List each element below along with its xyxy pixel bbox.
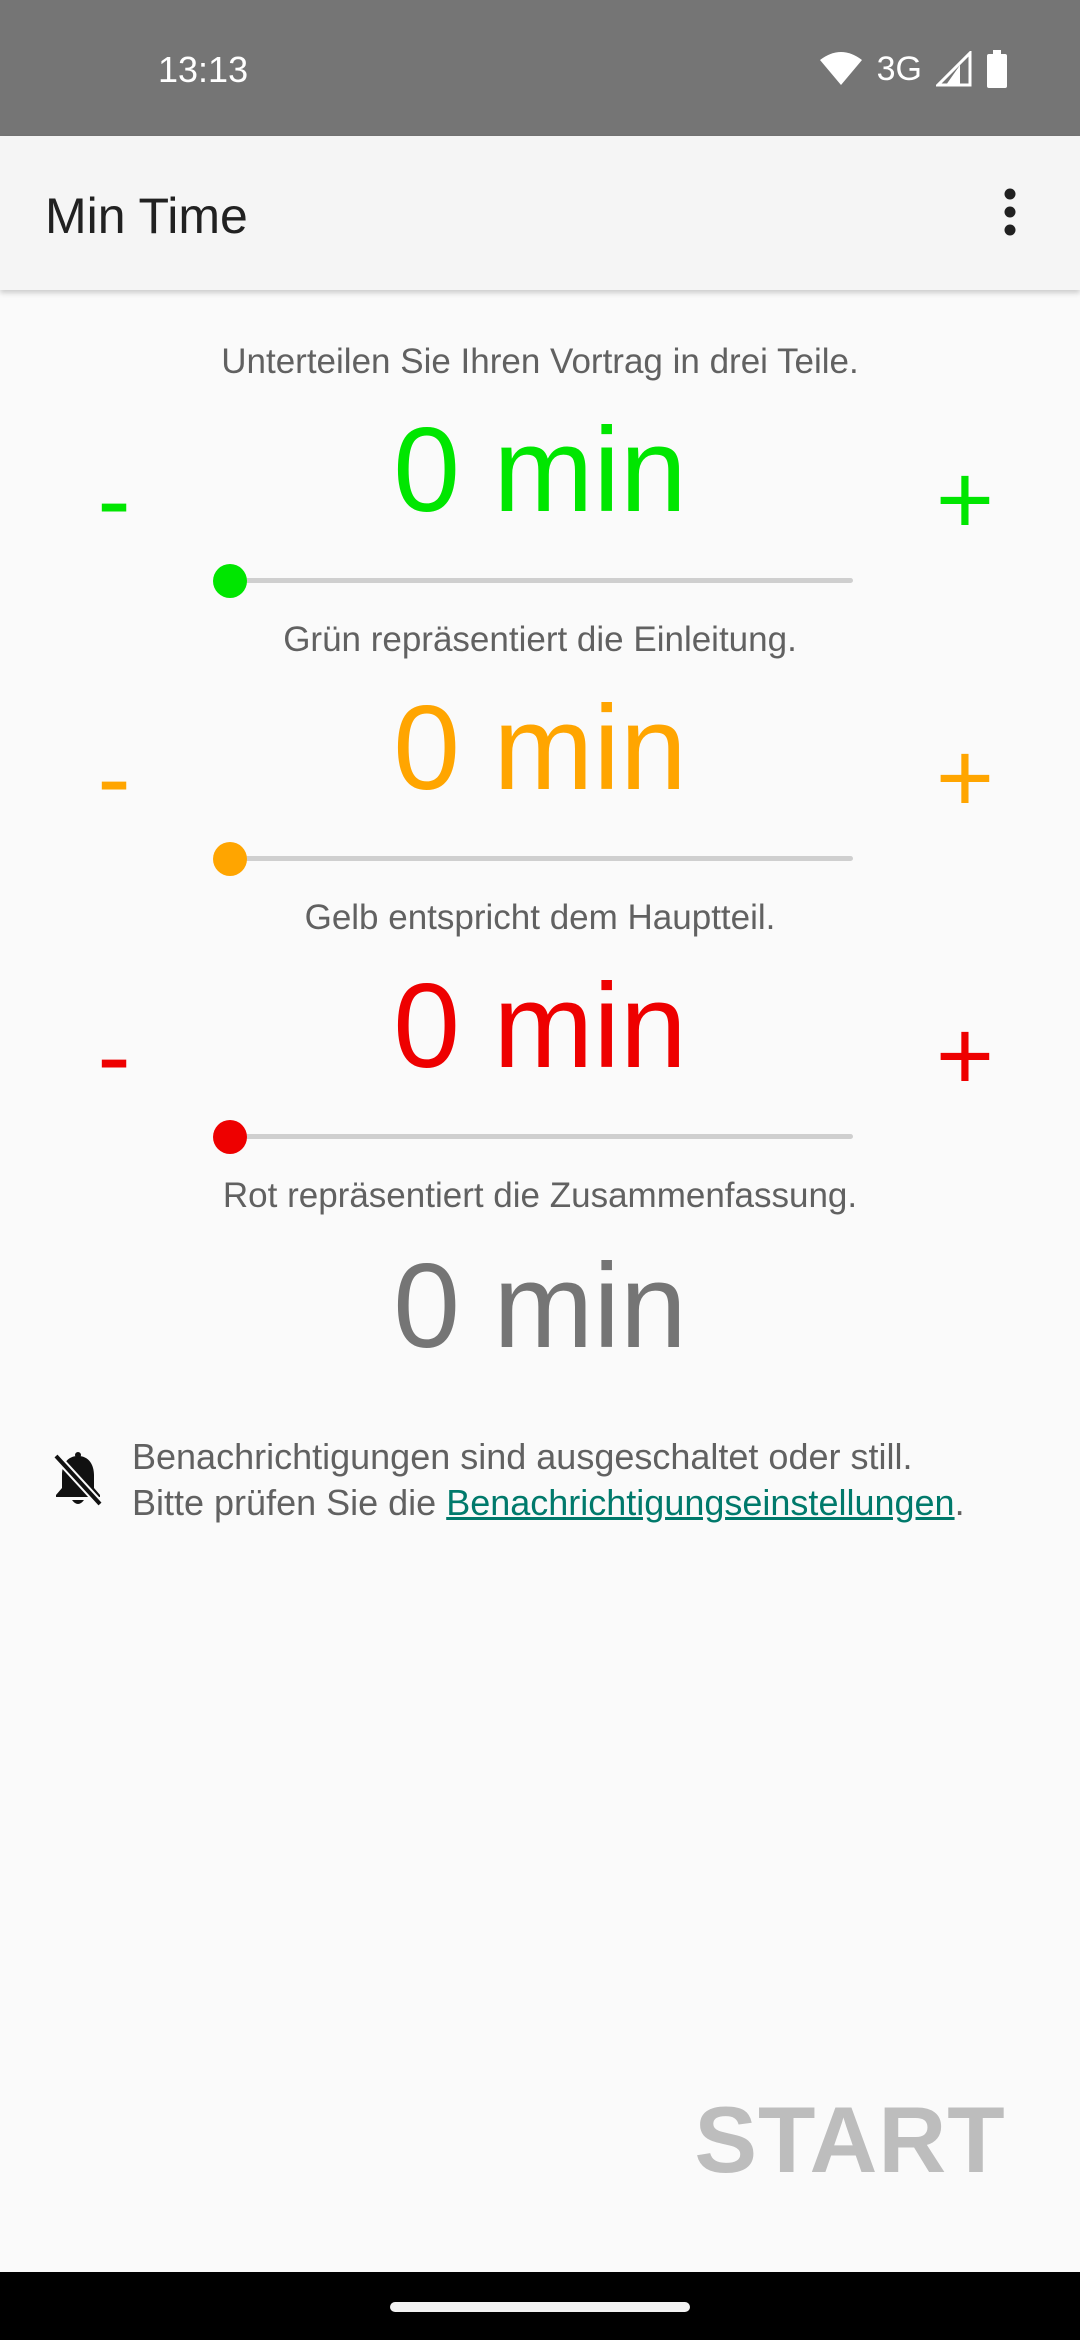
slider-thumb[interactable] [213,842,247,876]
network-type: 3G [876,50,922,88]
notice-suffix: . [954,1482,965,1523]
increase-main-button[interactable]: + [905,718,1025,838]
notice-line-1: Benachrichtigungen sind ausgeschaltet od… [132,1436,913,1477]
battery-icon [986,50,1008,88]
more-vert-icon[interactable] [970,172,1050,252]
intro-caption: Grün repräsentiert die Einleitung. [283,620,797,659]
notice-prefix: Bitte prüfen Sie die [132,1482,447,1523]
app-bar: Min Time [0,136,1080,290]
increase-summary-button[interactable]: + [905,996,1025,1116]
status-icons: 3G [819,46,1008,92]
navigation-bar [0,2272,1080,2340]
home-gesture-handle[interactable] [390,2302,690,2312]
notification-settings-link[interactable]: Benachrichtigungseinstellungen [446,1482,954,1523]
signal-icon [936,51,972,87]
slider-track [229,856,853,861]
slider-thumb[interactable] [213,564,247,598]
slider-track [229,1134,853,1139]
status-bar: 13:13 3G [0,0,1080,136]
intro-slider[interactable] [213,560,853,600]
slider-thumb[interactable] [213,1120,247,1154]
main-caption: Gelb entspricht dem Hauptteil. [304,898,776,937]
main-slider[interactable] [213,838,853,878]
slider-track [229,578,853,583]
notification-notice: Benachrichtigungen sind ausgeschaltet od… [0,1430,1080,1540]
total-minutes-value: 0 min [393,1239,687,1373]
summary-slider[interactable] [213,1116,853,1156]
status-time: 13:13 [158,49,249,90]
wifi-icon [819,51,863,87]
notice-line-2: Bitte prüfen Sie die Benachrichtigungsei… [132,1480,965,1526]
app-title: Min Time [45,188,248,244]
intro-text: Unterteilen Sie Ihren Vortrag in drei Te… [221,342,859,381]
start-button[interactable]: START [680,2080,1020,2200]
summary-caption: Rot repräsentiert die Zusammenfassung. [222,1176,858,1215]
increase-intro-button[interactable]: + [905,440,1025,560]
notifications-off-icon [50,1450,106,1515]
